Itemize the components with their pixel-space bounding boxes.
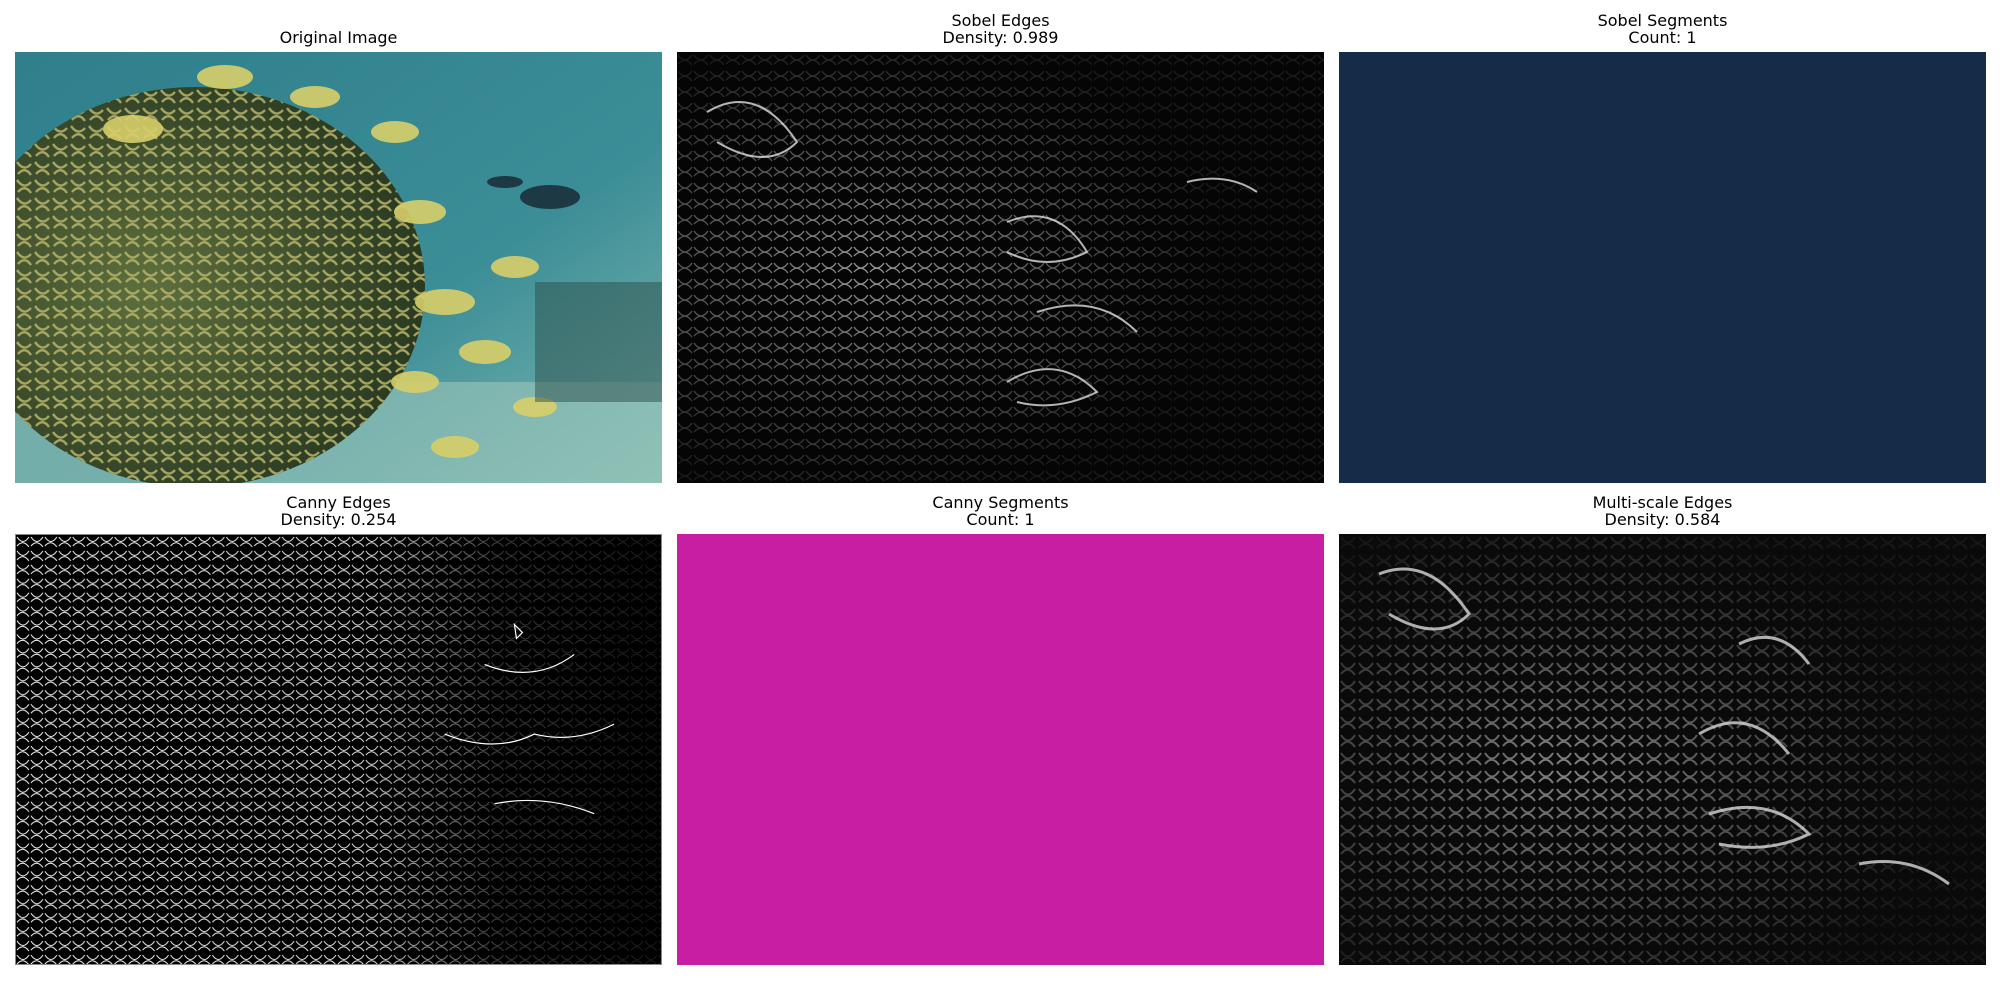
canny-edges-image (15, 534, 662, 965)
original-image (15, 52, 662, 483)
panel-canny-edges: Canny Edges Density: 0.254 (15, 482, 662, 966)
panel-title: Original Image (279, 28, 398, 47)
panel-multiscale-edges: Multi-scale Edges Density: 0.584 (1339, 482, 1986, 966)
panel-subtitle: Count: 1 (966, 510, 1035, 529)
panel-canny-segments: Canny Segments Count: 1 (677, 482, 1324, 966)
multiscale-edges-image (1339, 534, 1986, 965)
panel-original-image: Original Image (15, 0, 662, 484)
panel-sobel-segments: Sobel Segments Count: 1 (1339, 0, 1986, 484)
panel-subtitle: Density: 0.989 (942, 28, 1059, 47)
panel-subtitle: Density: 0.254 (280, 510, 397, 529)
sobel-edges-image (677, 52, 1324, 483)
canny-segments-image (677, 534, 1324, 965)
sobel-segments-image (1339, 52, 1986, 483)
panel-subtitle: Density: 0.584 (1604, 510, 1721, 529)
panel-sobel-edges: Sobel Edges Density: 0.989 (677, 0, 1324, 484)
panel-subtitle: Count: 1 (1628, 28, 1697, 47)
